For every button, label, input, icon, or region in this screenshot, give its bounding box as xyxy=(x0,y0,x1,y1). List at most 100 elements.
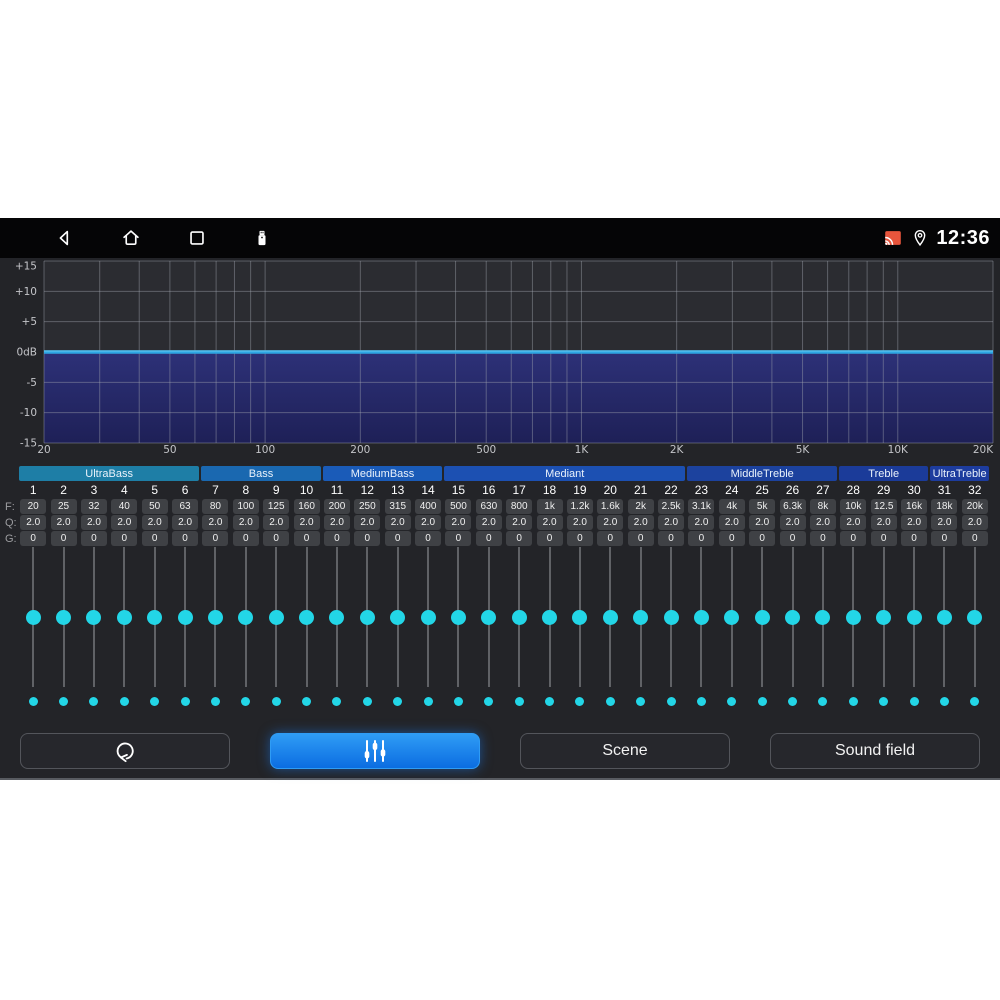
back-button[interactable] xyxy=(54,227,76,249)
svg-text:-10: -10 xyxy=(20,407,37,419)
band-slider-knob[interactable] xyxy=(25,610,41,625)
band-g-value: 0 xyxy=(445,531,472,546)
band-slider xyxy=(626,547,656,711)
band-f-value: 20 xyxy=(20,499,47,514)
band-slider-knob[interactable] xyxy=(268,610,284,625)
band-slider xyxy=(231,547,261,711)
equalizer-button[interactable] xyxy=(270,733,480,769)
band-g-value: 0 xyxy=(354,531,381,546)
band-slider-knob[interactable] xyxy=(542,610,558,625)
band-slider xyxy=(686,547,716,711)
band-g-value: 0 xyxy=(688,531,715,546)
band-g-value: 0 xyxy=(172,531,199,546)
band-slider-knob[interactable] xyxy=(450,610,466,625)
band-f-value: 18k xyxy=(931,499,958,514)
band-slider xyxy=(352,547,382,711)
band-slider-knob[interactable] xyxy=(390,610,406,625)
band-g-value: 0 xyxy=(50,531,77,546)
band-slider-knob[interactable] xyxy=(420,610,436,625)
band-group-bass: Bass xyxy=(201,466,321,481)
band-slider-knob[interactable] xyxy=(511,610,527,625)
band-q-value: 2.0 xyxy=(931,515,958,530)
band-g-value: 0 xyxy=(202,531,229,546)
band-slider-knob[interactable] xyxy=(86,610,102,625)
band-slider-knob[interactable] xyxy=(663,610,679,625)
recents-button[interactable] xyxy=(186,227,208,249)
band-slider-knob[interactable] xyxy=(359,610,375,625)
band-number: 24 xyxy=(725,483,739,497)
svg-text:500: 500 xyxy=(476,444,496,454)
band-slider-knob[interactable] xyxy=(724,610,740,625)
band-f-value: 8k xyxy=(809,499,836,514)
svg-text:200: 200 xyxy=(350,444,370,454)
band-slider-knob[interactable] xyxy=(299,610,315,625)
band-slider-knob[interactable] xyxy=(693,610,709,625)
band-slider-knob[interactable] xyxy=(602,610,618,625)
band-f-value: 1.6k xyxy=(597,499,624,514)
band-g-value: 0 xyxy=(293,531,320,546)
sound-field-button[interactable]: Sound field xyxy=(770,733,980,769)
scene-button[interactable]: Scene xyxy=(520,733,730,769)
band-q-row: Q: 2.0 2.0 2.0 2.0 2.0 2.0 2.0 2.0 2.0 2.0 2.0 2.0 2… xyxy=(5,514,990,530)
band-number: 23 xyxy=(694,483,709,497)
gain-row-label: G: xyxy=(5,533,17,545)
band-indicator-dot xyxy=(879,697,889,706)
band-indicator-dot xyxy=(180,697,190,706)
band-number-row: 1 2 3 4 5 6 7 8 9 10 11 12 13 14 15 16 17 18 19 20 21 22 23 24 2… xyxy=(18,483,990,498)
band-slider-knob[interactable] xyxy=(329,610,345,625)
band-slider-knob[interactable] xyxy=(906,610,922,625)
band-slider-knob[interactable] xyxy=(481,610,497,625)
band-number: 27 xyxy=(816,483,830,497)
band-slider-knob[interactable] xyxy=(56,610,72,625)
band-slider-knob[interactable] xyxy=(754,610,770,625)
band-f-value: 10k xyxy=(840,499,867,514)
band-g-value: 0 xyxy=(415,531,442,546)
equalizer-page: +15 +10 +5 0dB -5 -10 -15 20 50 100 200 500 1K 2K 5K 10… xyxy=(0,258,1000,780)
band-slider-knob[interactable] xyxy=(876,610,892,625)
band-f-value: 1k xyxy=(536,499,563,514)
svg-text:+15: +15 xyxy=(15,261,37,273)
band-f-value: 500 xyxy=(445,499,472,514)
band-q-value: 2.0 xyxy=(658,515,685,530)
reset-button[interactable] xyxy=(20,733,230,769)
band-q-value: 2.0 xyxy=(961,515,988,530)
band-q-value: 2.0 xyxy=(901,515,928,530)
band-slider-knob[interactable] xyxy=(177,610,193,625)
band-slider-knob[interactable] xyxy=(845,610,861,625)
band-slider-knob[interactable] xyxy=(633,610,649,625)
band-slider-knob[interactable] xyxy=(238,610,254,625)
band-slider-knob[interactable] xyxy=(936,610,952,625)
svg-text:+5: +5 xyxy=(22,316,37,328)
band-slider-knob[interactable] xyxy=(785,610,801,625)
band-q-value: 2.0 xyxy=(263,515,290,530)
band-indicator-dot xyxy=(970,697,980,706)
band-q-value: 2.0 xyxy=(50,515,77,530)
band-g-value: 0 xyxy=(111,531,138,546)
svg-text:10K: 10K xyxy=(888,444,909,454)
home-button[interactable] xyxy=(120,227,142,249)
band-indicator-dot xyxy=(453,697,463,706)
band-slider-knob[interactable] xyxy=(116,610,132,625)
band-indicator-dot xyxy=(666,697,676,706)
band-sliders xyxy=(18,547,990,711)
band-indicator-dot xyxy=(362,697,372,706)
band-group-ultrabass: UltraBass xyxy=(19,466,200,481)
band-indicator-dot xyxy=(909,697,919,706)
status-bar: 12:36 xyxy=(0,218,1000,258)
band-slider-knob[interactable] xyxy=(207,610,223,625)
band-indicator-dot xyxy=(302,697,312,706)
band-g-value: 0 xyxy=(718,531,745,546)
band-slider-knob[interactable] xyxy=(815,610,831,625)
band-q-value: 2.0 xyxy=(445,515,472,530)
band-f-value: 200 xyxy=(323,499,350,514)
band-slider-knob[interactable] xyxy=(967,610,983,625)
band-frequency-row: F: 20 25 32 40 50 63 80 100 125 160 200 250 315 400 50… xyxy=(5,498,990,514)
band-indicator-dot xyxy=(818,697,828,706)
band-number: 17 xyxy=(512,483,526,497)
band-q-value: 2.0 xyxy=(20,515,47,530)
band-slider xyxy=(200,547,230,711)
band-group-mediumbass: MediumBass xyxy=(322,466,443,481)
cast-icon xyxy=(882,228,904,248)
band-slider-knob[interactable] xyxy=(147,610,163,625)
band-slider-knob[interactable] xyxy=(572,610,588,625)
